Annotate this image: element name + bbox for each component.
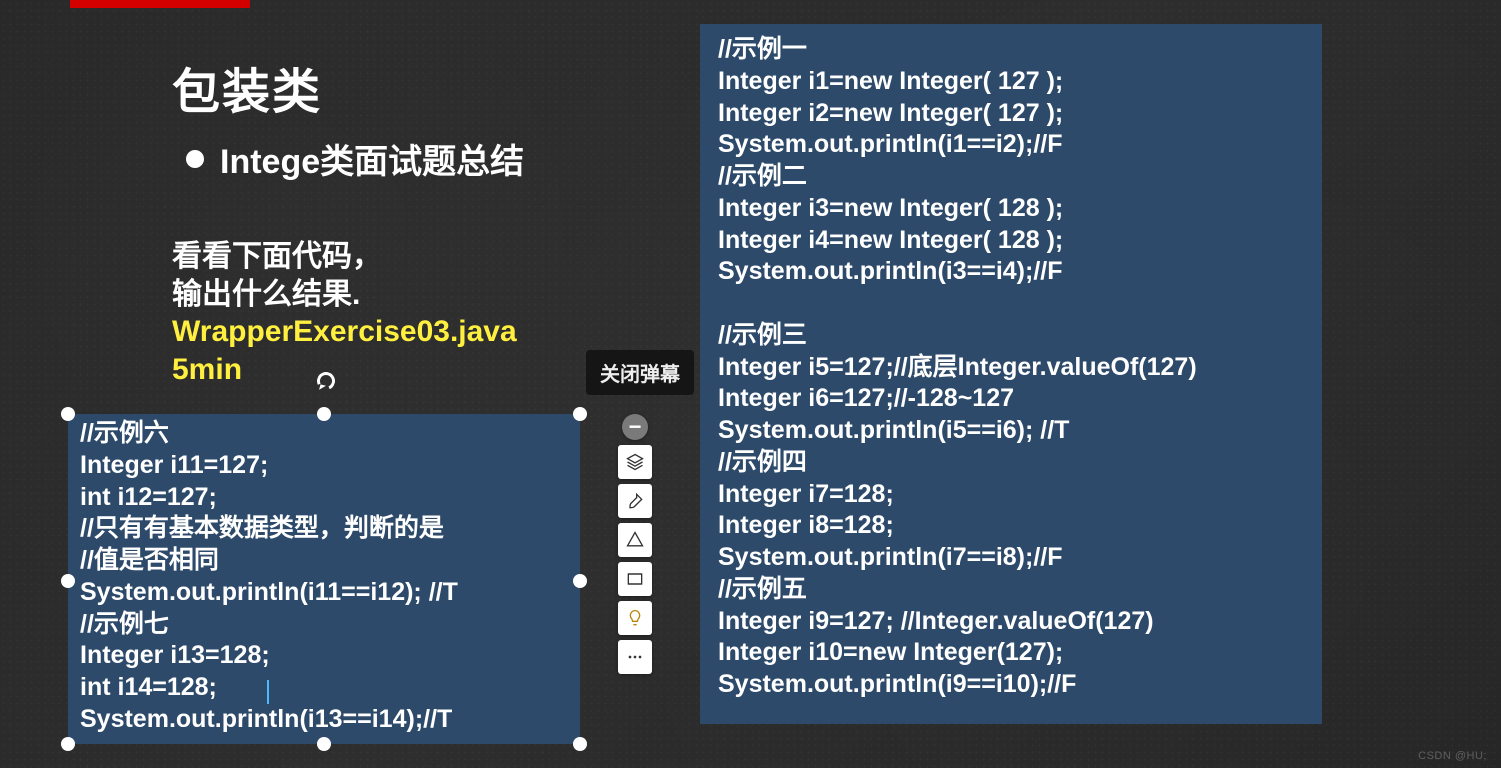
lightbulb-icon [625,608,645,628]
code-block-left: //示例六 Integer i11=127; int i12=127; //只有… [68,414,580,740]
active-tab-indicator [70,0,250,8]
intro-line-2: 输出什么结果. [172,276,517,314]
resize-handle-s[interactable] [317,737,331,751]
intro-line-1: 看看下面代码， [172,238,517,276]
brush-icon [625,491,645,511]
tooltip-close-danmu: 关闭弹幕 [586,350,694,395]
resize-handle-w[interactable] [61,574,75,588]
intro-file: WrapperExercise03.java [172,313,517,351]
shape-icon [625,530,645,550]
bullet-item: Intege类面试题总结 [186,134,524,183]
resize-handle-se[interactable] [573,737,587,751]
layers-button[interactable] [618,445,652,479]
watermark: CSDN @HU; [1418,750,1487,762]
more-button[interactable] [618,640,652,674]
shape-button[interactable] [618,523,652,557]
idea-button[interactable] [618,601,652,635]
layers-icon [625,452,645,472]
resize-handle-sw[interactable] [61,737,75,751]
bullet-dot-icon [186,150,204,168]
brush-button[interactable] [618,484,652,518]
code-block-right: //示例一 Integer i1=new Integer( 127 ); Int… [700,24,1322,724]
resize-handle-e[interactable] [573,574,587,588]
resize-handle-n[interactable] [317,407,331,421]
frame-icon [625,569,645,589]
slide-title: 包装类 [172,52,322,122]
more-icon [625,647,645,667]
intro-text: 看看下面代码， 输出什么结果. WrapperExercise03.java 5… [172,238,517,388]
floating-toolbar: − [616,414,654,674]
code-block-left-selected[interactable]: //示例六 Integer i11=127; int i12=127; //只有… [68,414,580,744]
resize-handle-nw[interactable] [61,407,75,421]
collapse-button[interactable]: − [622,414,648,440]
bullet-text: Intege类面试题总结 [220,134,524,183]
intro-time: 5min [172,351,517,389]
resize-handle-ne[interactable] [573,407,587,421]
frame-button[interactable] [618,562,652,596]
